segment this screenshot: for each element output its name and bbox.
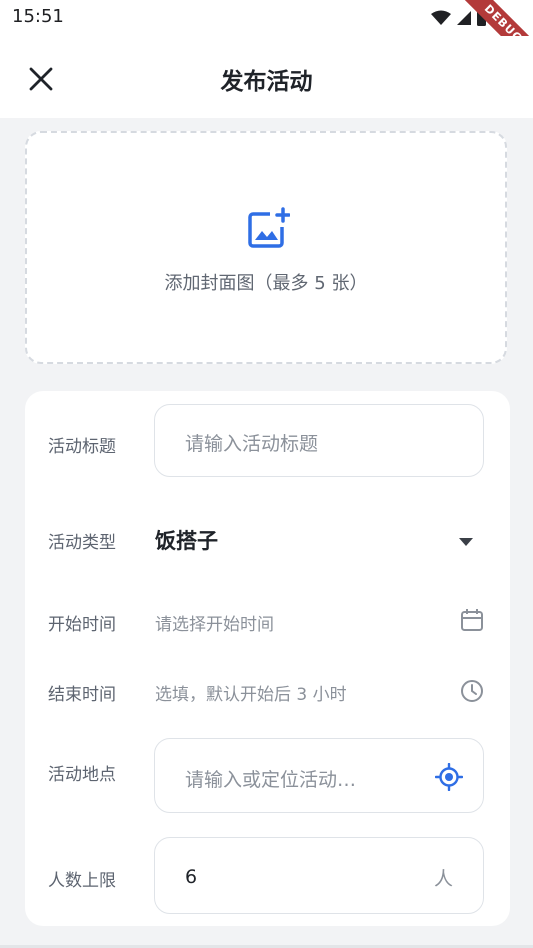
locate-icon[interactable] [434, 762, 464, 795]
max-people-label: 人数上限 [48, 871, 116, 891]
cover-upload-area[interactable]: 添加封面图（最多 5 张） [25, 131, 507, 364]
app-bar: 发布活动 [0, 36, 533, 118]
cover-upload-label: 添加封面图（最多 5 张） [164, 273, 368, 294]
type-select-value[interactable]: 饭搭子 [155, 525, 218, 555]
wifi-icon [431, 10, 451, 25]
start-time-label: 开始时间 [48, 615, 116, 635]
status-bar: 15:51 DEBUG [0, 0, 533, 74]
title-placeholder: 请输入活动标题 [185, 433, 319, 455]
title-input[interactable]: 请输入活动标题 [154, 404, 484, 477]
dropdown-arrow-icon[interactable] [458, 532, 474, 551]
location-label: 活动地点 [48, 765, 116, 785]
title-label: 活动标题 [48, 437, 116, 457]
location-input[interactable]: 请输入或定位活动… [154, 738, 484, 813]
end-time-label: 结束时间 [48, 685, 116, 705]
max-people-unit: 人 [433, 868, 453, 890]
type-label: 活动类型 [48, 533, 116, 553]
start-time-picker[interactable]: 请选择开始时间 [155, 610, 274, 635]
max-people-input[interactable]: 6 人 [154, 837, 484, 914]
status-time: 15:51 [12, 6, 64, 27]
activity-form: 活动标题 请输入活动标题 活动类型 饭搭子 开始时间 请选择开始时间 结束时间 … [25, 391, 510, 926]
cellular-signal-icon [457, 11, 471, 25]
page-title: 发布活动 [220, 69, 313, 95]
add-photo-icon [248, 207, 291, 253]
end-time-picker[interactable]: 选填，默认开始后 3 小时 [155, 680, 347, 705]
max-people-value: 6 [185, 866, 198, 888]
calendar-icon[interactable] [459, 607, 485, 637]
clock-icon[interactable] [459, 678, 485, 708]
location-placeholder: 请输入或定位活动… [185, 769, 357, 791]
